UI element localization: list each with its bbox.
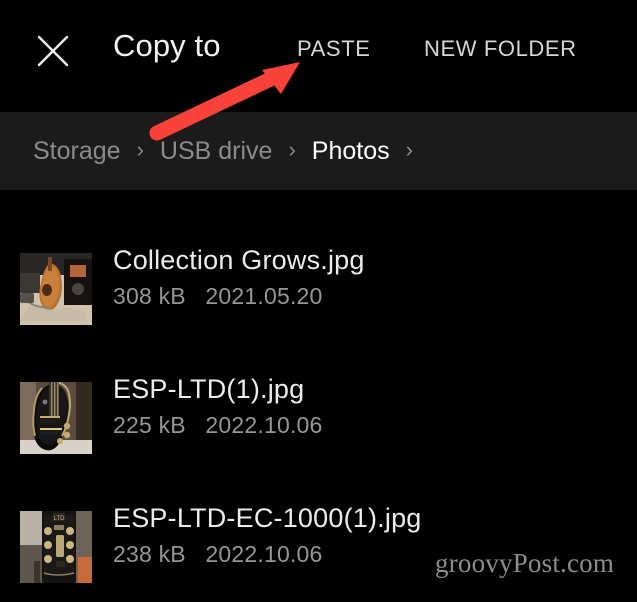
file-thumbnail-image (20, 382, 92, 454)
paste-button[interactable]: PASTE (297, 36, 371, 62)
file-name: ESP-LTD(1).jpg (113, 374, 305, 404)
watermark: groovyPost.com (435, 548, 615, 578)
file-size: 225 kB (113, 412, 186, 438)
page-title: Copy to (113, 28, 221, 63)
breadcrumb-item-photos[interactable]: Photos (312, 137, 390, 166)
file-metadata: 308 kB 2021.05.20 (113, 282, 613, 310)
file-thumbnail-image: LTD (20, 511, 92, 583)
file-info: Collection Grows.jpg 308 kB 2021.05.20 (113, 243, 613, 310)
breadcrumb: Storage › USB drive › Photos › (0, 112, 637, 190)
chevron-right-icon: › (405, 137, 413, 162)
breadcrumb-item-storage[interactable]: Storage (33, 137, 121, 166)
file-list: Collection Grows.jpg 308 kB 2021.05.20 E… (0, 190, 637, 602)
chevron-right-icon: › (136, 137, 144, 162)
list-item[interactable]: Collection Grows.jpg 308 kB 2021.05.20 (0, 243, 637, 343)
file-size: 308 kB (113, 283, 186, 309)
file-date: 2021.05.20 (205, 283, 323, 309)
list-item[interactable]: ESP-LTD(1).jpg 225 kB 2022.10.06 (0, 372, 637, 472)
breadcrumb-item-usb-drive[interactable]: USB drive (160, 137, 273, 166)
top-toolbar: Copy to PASTE NEW FOLDER (0, 0, 637, 112)
file-manager-screen: Copy to PASTE NEW FOLDER Storage › USB d… (0, 0, 637, 602)
svg-text:LTD: LTD (54, 516, 66, 522)
file-name: ESP-LTD-EC-1000(1).jpg (113, 503, 422, 533)
file-metadata: 225 kB 2022.10.06 (113, 411, 613, 439)
file-size: 238 kB (113, 541, 186, 567)
file-name: Collection Grows.jpg (113, 245, 365, 275)
file-info: ESP-LTD(1).jpg 225 kB 2022.10.06 (113, 372, 613, 439)
chevron-right-icon: › (288, 137, 296, 162)
new-folder-button[interactable]: NEW FOLDER (424, 36, 577, 62)
file-date: 2022.10.06 (205, 541, 323, 567)
file-date: 2022.10.06 (205, 412, 323, 438)
close-icon[interactable] (36, 34, 70, 68)
file-thumbnail-image (20, 253, 92, 325)
